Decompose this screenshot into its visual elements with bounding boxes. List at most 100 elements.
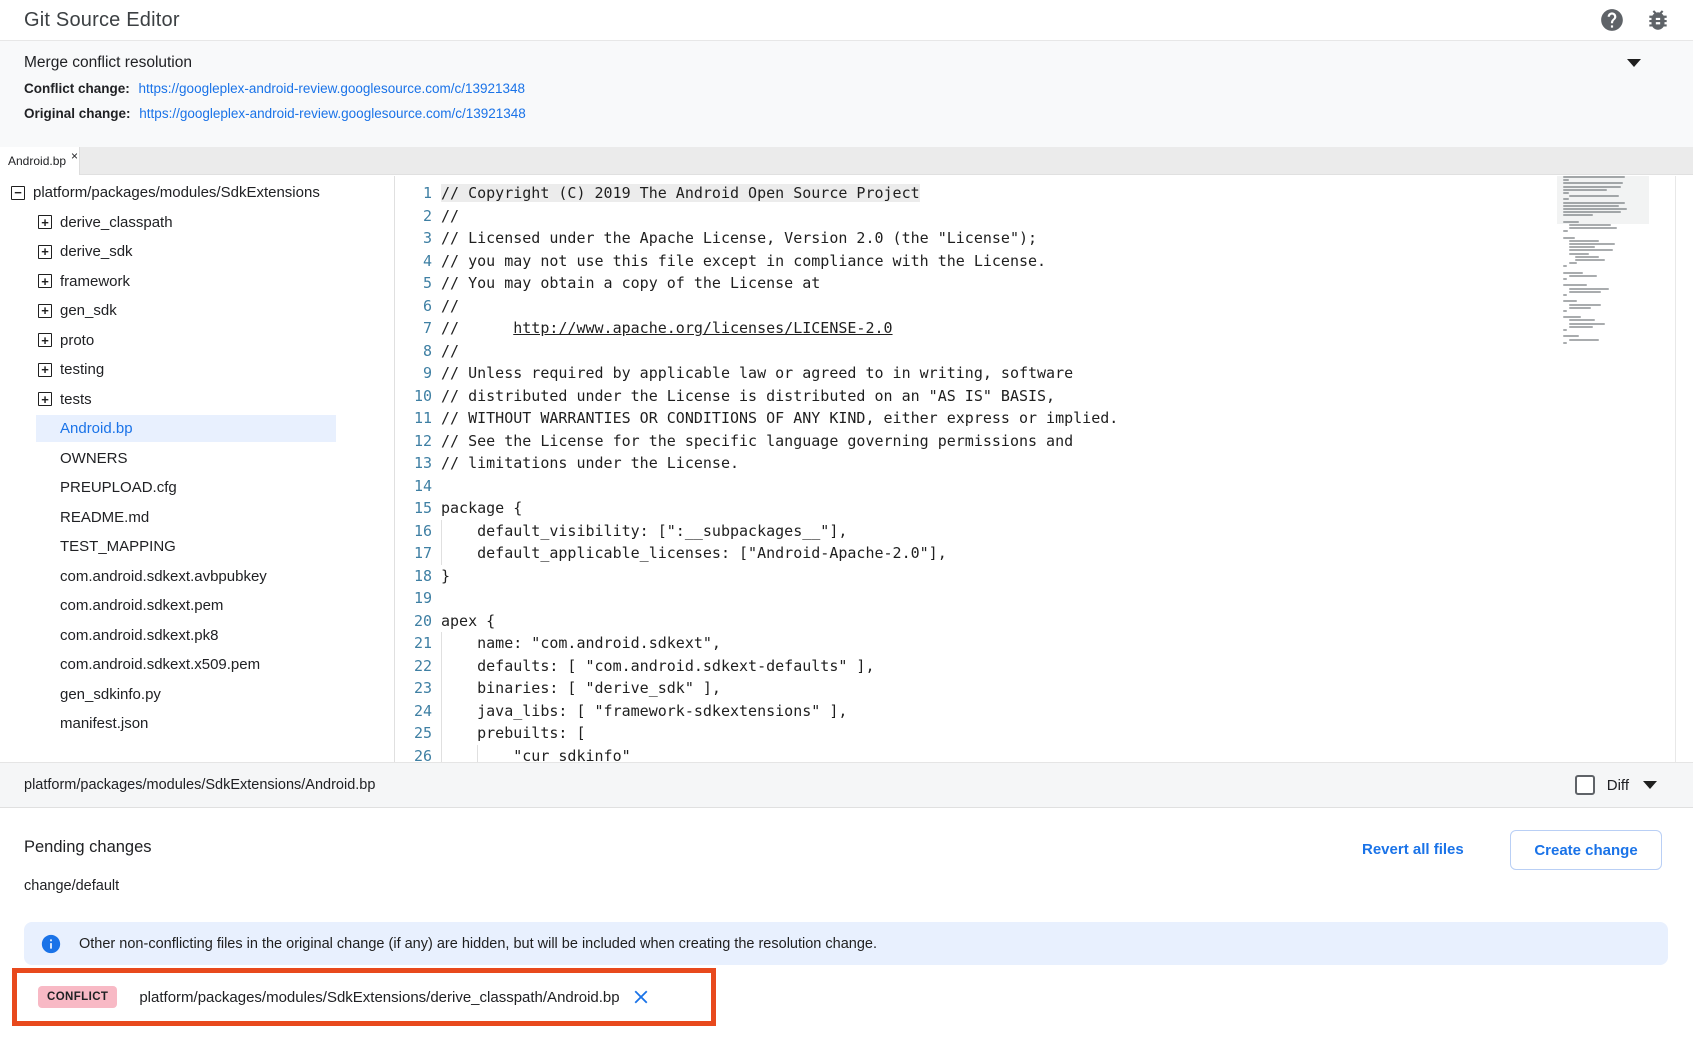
tree-item-com-android-sdkext-avbpubkey[interactable]: com.android.sdkext.avbpubkey (0, 562, 394, 592)
bug-icon[interactable] (1645, 7, 1671, 33)
editor-tab-bar: Android.bp × (0, 147, 1693, 175)
code-line[interactable]: 3// Licensed under the Apache License, V… (395, 227, 1693, 250)
tree-item-derive-sdk[interactable]: +derive_sdk (0, 237, 394, 267)
tree-item-manifest-json[interactable]: manifest.json (0, 709, 394, 739)
expand-icon[interactable]: + (38, 245, 52, 259)
indent-guide (441, 542, 442, 565)
info-banner: Other non-conflicting files in the origi… (24, 922, 1668, 965)
code-line[interactable]: 7// http://www.apache.org/licenses/LICEN… (395, 317, 1693, 340)
expand-icon[interactable]: + (38, 215, 52, 229)
conflict-close-icon[interactable] (630, 986, 652, 1008)
tab-close-icon[interactable]: × (71, 149, 78, 163)
code-text: // You may obtain a copy of the License … (441, 274, 820, 292)
line-number: 3 (395, 229, 441, 247)
code-line[interactable]: 25 prebuilts: [ (395, 722, 1693, 745)
minimap-line (1569, 224, 1611, 226)
tree-item-com-android-sdkext-pem[interactable]: com.android.sdkext.pem (0, 591, 394, 621)
code-line[interactable]: 16 default_visibility: [":__subpackages_… (395, 520, 1693, 543)
tree-item-label: testing (60, 361, 104, 378)
code-line[interactable]: 15package { (395, 497, 1693, 520)
expand-icon[interactable]: + (38, 392, 52, 406)
line-number: 21 (395, 634, 441, 652)
code-line[interactable]: 18} (395, 565, 1693, 588)
expand-icon[interactable]: + (38, 274, 52, 288)
minimap-line (1569, 227, 1617, 229)
editor-scrollbar-track[interactable] (1675, 176, 1676, 762)
git-source-editor-app: Git Source Editor Merge conflict resolut… (0, 0, 1693, 1040)
tab-android-bp[interactable]: Android.bp × (0, 147, 80, 175)
code-line[interactable]: 20apex { (395, 610, 1693, 633)
tree-item-preupload-cfg[interactable]: PREUPLOAD.cfg (0, 473, 394, 503)
code-line[interactable]: 8// (395, 340, 1693, 363)
tree-item-label: gen_sdkinfo.py (60, 686, 161, 703)
minimap-slider[interactable] (1557, 176, 1649, 224)
code-line[interactable]: 26 "cur_sdkinfo" (395, 745, 1693, 763)
code-text: name: "com.android.sdkext", (441, 634, 721, 652)
code-line[interactable]: 13// limitations under the License. (395, 452, 1693, 475)
minimap-line (1563, 268, 1643, 270)
code-line[interactable]: 22 defaults: [ "com.android.sdkext-defau… (395, 655, 1693, 678)
minimap-line (1563, 237, 1575, 239)
tree-item-label: com.android.sdkext.pk8 (60, 627, 218, 644)
code-line[interactable]: 17 default_applicable_licenses: ["Androi… (395, 542, 1693, 565)
tree-item-framework[interactable]: +framework (0, 267, 394, 297)
create-change-button[interactable]: Create change (1510, 830, 1662, 870)
help-icon[interactable] (1599, 7, 1625, 33)
tree-item-testing[interactable]: + testing (0, 355, 394, 385)
collapse-panel-chevron-icon[interactable] (1627, 59, 1641, 67)
expand-icon[interactable]: + (38, 363, 52, 377)
code-line[interactable]: 5// You may obtain a copy of the License… (395, 272, 1693, 295)
tree-item-readme-md[interactable]: README.md (0, 503, 394, 533)
expand-icon[interactable]: + (38, 304, 52, 318)
code-line[interactable]: 9// Unless required by applicable law or… (395, 362, 1693, 385)
line-number: 1 (395, 184, 441, 202)
minimap-line (1563, 265, 1567, 267)
minimap-line (1563, 278, 1567, 280)
tree-item-android-bp[interactable]: Android.bp (0, 414, 394, 444)
tree-item-gen-sdkinfo-py[interactable]: gen_sdkinfo.py (0, 680, 394, 710)
code-editor[interactable]: 1// Copyright (C) 2019 The Android Open … (394, 176, 1693, 762)
tree-item-proto[interactable]: +proto (0, 326, 394, 356)
info-banner-text: Other non-conflicting files in the origi… (79, 936, 877, 952)
code-line[interactable]: 19 (395, 587, 1693, 610)
editor-minimap[interactable] (1563, 176, 1643, 354)
indent-guide (441, 520, 442, 543)
tree-item-tests[interactable]: +tests (0, 385, 394, 415)
file-tree: −platform/packages/modules/SdkExtensions… (0, 176, 394, 762)
line-number: 20 (395, 612, 441, 630)
code-line[interactable]: 14 (395, 475, 1693, 498)
code-line[interactable]: 24 java_libs: [ "framework-sdkextensions… (395, 700, 1693, 723)
code-text: apex { (441, 612, 495, 630)
tree-item-com-android-sdkext-x509-pem[interactable]: com.android.sdkext.x509.pem (0, 650, 394, 680)
code-line[interactable]: 11// WITHOUT WARRANTIES OR CONDITIONS OF… (395, 407, 1693, 430)
revert-all-files-button[interactable]: Revert all files (1362, 841, 1464, 858)
line-number: 9 (395, 364, 441, 382)
tree-item-owners[interactable]: OWNERS (0, 444, 394, 474)
expand-icon[interactable]: + (38, 333, 52, 347)
line-number: 15 (395, 499, 441, 517)
tree-item-derive-classpath[interactable]: +derive_classpath (0, 208, 394, 238)
code-line[interactable]: 12// See the License for the specific la… (395, 430, 1693, 453)
minimap-line (1569, 291, 1601, 293)
tree-item-test-mapping[interactable]: TEST_MAPPING (0, 532, 394, 562)
current-file-path: platform/packages/modules/SdkExtensions/… (24, 777, 375, 793)
code-line[interactable]: 2// (395, 205, 1693, 228)
code-line[interactable]: 1// Copyright (C) 2019 The Android Open … (395, 182, 1693, 205)
diff-controls: Diff (1575, 775, 1657, 795)
diff-dropdown-chevron-icon[interactable] (1643, 781, 1657, 789)
code-line[interactable]: 23 binaries: [ "derive_sdk" ], (395, 677, 1693, 700)
tree-item-platform-packages-modules-sdkextensions[interactable]: −platform/packages/modules/SdkExtensions (0, 178, 394, 208)
line-number: 22 (395, 657, 441, 675)
code-line[interactable]: 10// distributed under the License is di… (395, 385, 1693, 408)
collapse-icon[interactable]: − (11, 186, 25, 200)
code-line[interactable]: 4// you may not use this file except in … (395, 250, 1693, 273)
conflict-change-link[interactable]: https://googleplex-android-review.google… (139, 81, 526, 96)
tree-item-gen-sdk[interactable]: +gen_sdk (0, 296, 394, 326)
code-line[interactable]: 21 name: "com.android.sdkext", (395, 632, 1693, 655)
tree-item-com-android-sdkext-pk8[interactable]: com.android.sdkext.pk8 (0, 621, 394, 651)
license-url[interactable]: http://www.apache.org/licenses/LICENSE-2… (513, 319, 892, 337)
diff-checkbox[interactable] (1575, 775, 1595, 795)
original-change-link[interactable]: https://googleplex-android-review.google… (139, 106, 526, 121)
minimap-line (1569, 307, 1591, 309)
code-line[interactable]: 6// (395, 295, 1693, 318)
